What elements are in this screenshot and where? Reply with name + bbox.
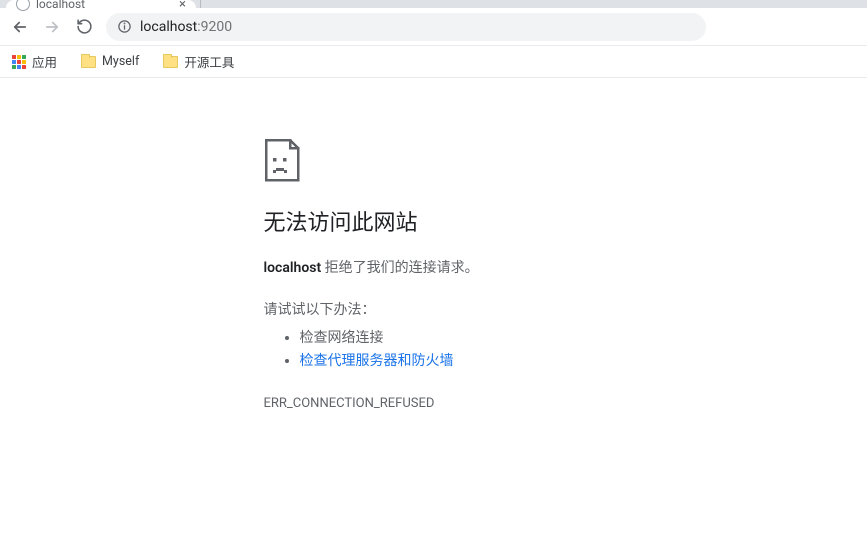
suggestions-title: 请试试以下办法：	[264, 299, 694, 319]
bookmark-label: Myself	[102, 54, 139, 69]
info-icon	[117, 19, 132, 34]
folder-icon	[81, 56, 96, 68]
new-tab-hint[interactable]	[200, 0, 228, 8]
apps-shortcut[interactable]: 应用	[8, 50, 61, 73]
suggestion-text: 检查网络连接	[300, 330, 384, 346]
error-host: localhost	[264, 260, 322, 276]
error-title: 无法访问此网站	[264, 210, 694, 239]
tab-title: localhost	[36, 0, 173, 11]
error-code: ERR_CONNECTION_REFUSED	[264, 396, 694, 411]
url-port: :9200	[197, 19, 232, 35]
arrow-right-icon	[43, 18, 61, 36]
tab-bar: localhost ×	[0, 0, 867, 8]
error-subtitle: localhost 拒绝了我们的连接请求。	[264, 257, 694, 277]
error-sub-rest: 拒绝了我们的连接请求。	[321, 260, 478, 276]
proxy-firewall-link[interactable]: 检查代理服务器和防火墙	[300, 353, 454, 369]
active-tab[interactable]: localhost ×	[6, 0, 196, 8]
url-host: localhost	[140, 19, 197, 35]
browser-toolbar: localhost:9200	[0, 8, 867, 46]
bookmark-folder-myself[interactable]: Myself	[77, 52, 143, 71]
apps-grid-icon	[12, 55, 26, 69]
close-icon[interactable]: ×	[179, 0, 186, 12]
reload-button[interactable]	[70, 13, 98, 41]
url-text[interactable]: localhost:9200	[140, 19, 696, 35]
bookmark-label: 开源工具	[184, 52, 234, 71]
apps-label: 应用	[32, 52, 57, 71]
suggestion-item: 检查网络连接	[300, 327, 694, 351]
forward-button[interactable]	[38, 13, 66, 41]
error-container: 无法访问此网站 localhost 拒绝了我们的连接请求。 请试试以下办法： 检…	[264, 138, 694, 411]
page-content: 无法访问此网站 localhost 拒绝了我们的连接请求。 请试试以下办法： 检…	[0, 78, 867, 411]
suggestion-item: 检查代理服务器和防火墙	[300, 350, 694, 374]
sad-page-icon	[264, 138, 694, 182]
bookmarks-bar: 应用 Myself 开源工具	[0, 46, 867, 78]
site-info-icon[interactable]	[116, 19, 132, 35]
arrow-left-icon	[11, 18, 29, 36]
bookmark-folder-opensource[interactable]: 开源工具	[159, 50, 238, 73]
folder-icon	[163, 56, 178, 68]
back-button[interactable]	[6, 13, 34, 41]
suggestions-list: 检查网络连接 检查代理服务器和防火墙	[264, 327, 694, 375]
reload-icon	[76, 18, 93, 35]
address-bar[interactable]: localhost:9200	[106, 13, 706, 41]
